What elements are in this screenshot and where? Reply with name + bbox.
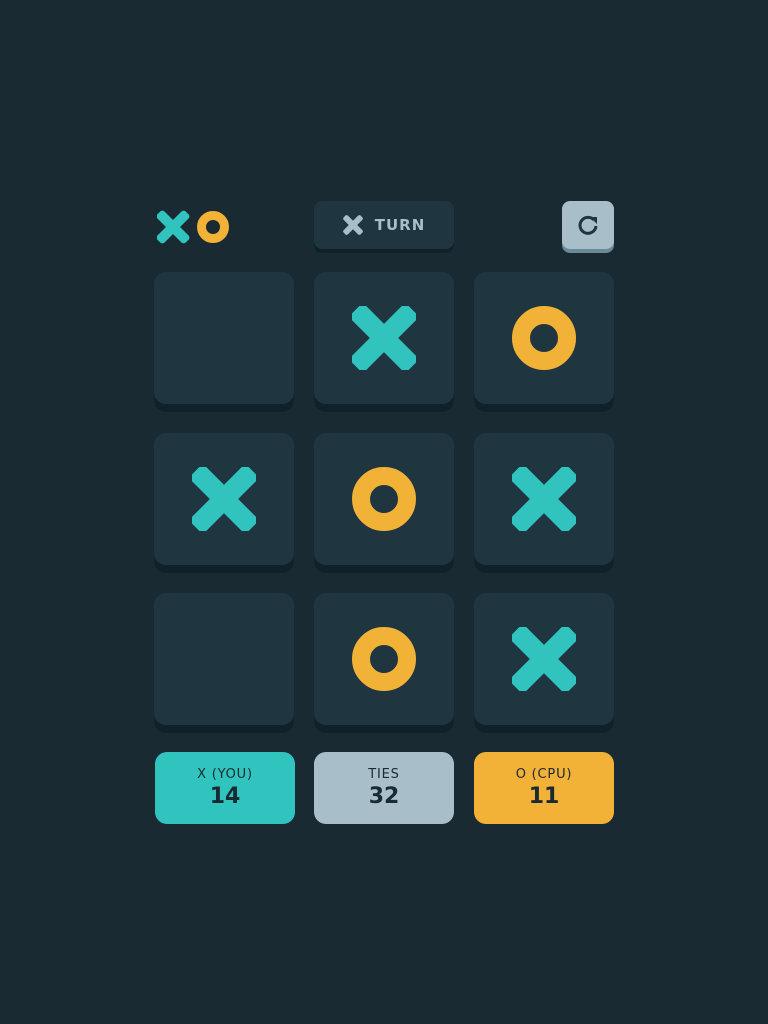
- score-value: 32: [368, 784, 400, 809]
- x-icon: [342, 215, 363, 235]
- board-cell-2-1[interactable]: [314, 593, 454, 725]
- turn-indicator: TURN: [314, 201, 454, 249]
- x-mark-icon: [352, 306, 416, 370]
- turn-label: TURN: [374, 216, 426, 234]
- score-value: 11: [528, 784, 560, 809]
- score-label: O (CPU): [515, 767, 573, 782]
- x-mark-icon: [512, 627, 576, 691]
- board-cell-1-2[interactable]: [474, 433, 614, 565]
- board-cell-0-1[interactable]: [314, 272, 454, 404]
- score-label: X (YOU): [197, 767, 253, 782]
- board-cell-2-2[interactable]: [474, 593, 614, 725]
- board-cell-0-0[interactable]: [154, 272, 294, 404]
- x-mark-icon: [512, 467, 576, 531]
- o-mark-icon: [512, 306, 576, 370]
- x-mark-icon: [192, 467, 256, 531]
- restart-icon: [578, 215, 598, 235]
- o-icon: [197, 211, 229, 243]
- restart-button[interactable]: [562, 201, 614, 249]
- x-icon: [156, 210, 190, 244]
- logo: [156, 210, 232, 244]
- board-cell-2-0[interactable]: [154, 593, 294, 725]
- score-card: X (YOU) 14: [155, 752, 295, 824]
- score-value: 14: [209, 784, 241, 809]
- board-cell-0-2[interactable]: [474, 272, 614, 404]
- score-card: TIES 32: [314, 752, 454, 824]
- board-cell-1-1[interactable]: [314, 433, 454, 565]
- score-card: O (CPU) 11: [474, 752, 614, 824]
- o-mark-icon: [352, 627, 416, 691]
- board-cell-1-0[interactable]: [154, 433, 294, 565]
- o-mark-icon: [352, 467, 416, 531]
- score-label: TIES: [368, 767, 400, 782]
